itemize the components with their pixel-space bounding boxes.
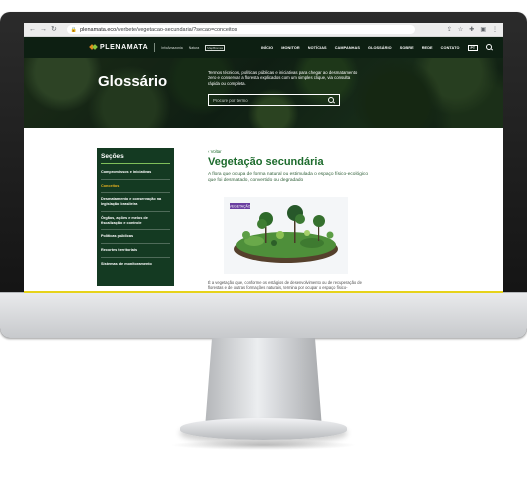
plenamata-logo-icon[interactable] (90, 44, 97, 51)
sections-sidebar: Seções Compromissos e iniciativas Concei… (97, 148, 174, 286)
vegetation-illustration: VEGETAÇÃO (224, 197, 348, 274)
section-item-orgaos[interactable]: Órgãos, ações e meios de fiscalização e … (101, 212, 170, 231)
glossary-search (208, 94, 340, 106)
partner-logo[interactable]: MapBiomas (205, 44, 226, 51)
menu-item-inicio[interactable]: INÍCIO (261, 46, 273, 50)
monitor-chin (0, 292, 527, 338)
language-selector[interactable]: PT (467, 44, 478, 51)
section-item-politicas[interactable]: Políticas públicas (101, 230, 170, 244)
nav-divider (154, 43, 156, 52)
hero-forest-image (24, 58, 503, 128)
section-item-legislacao[interactable]: Desmatamento e conservação na legislação… (101, 193, 170, 212)
section-item-conceitos[interactable]: Conceitos (101, 180, 170, 194)
site-logo[interactable]: PLENAMATA (100, 44, 148, 51)
main-content: Seções Compromissos e iniciativas Concei… (24, 128, 503, 293)
menu-item-monitor[interactable]: MONITOR (281, 46, 300, 50)
term-body-text: É a vegetação que, conforme os estágios … (208, 280, 362, 291)
monitor-stand-base (180, 418, 347, 440)
menu-item-rede[interactable]: REDE (422, 46, 433, 50)
monitor-stand-shadow (170, 440, 357, 450)
section-item-recortes[interactable]: Recortes territoriais (101, 244, 170, 258)
section-item-compromissos[interactable]: Compromissos e iniciativas (101, 166, 170, 180)
menu-item-glossario[interactable]: GLOSSÁRIO (368, 46, 392, 50)
share-icon[interactable]: ⇪ (447, 26, 452, 33)
partner-logo[interactable]: Natura (189, 46, 200, 50)
search-icon[interactable] (486, 44, 493, 51)
forward-arrow-icon[interactable]: → (40, 26, 47, 33)
profile-icon[interactable]: ▣ (480, 26, 486, 33)
hero-description: Termos técnicos, políticas públicas e in… (208, 70, 358, 86)
browser-toolbar: ← → ↻ 🔒 plenamata.eco/verbete/vegetacao-… (24, 23, 503, 37)
menu-item-noticias[interactable]: NOTÍCIAS (308, 46, 327, 50)
menu-item-sobre[interactable]: SOBRE (400, 46, 414, 50)
search-input[interactable] (213, 95, 328, 105)
lock-icon: 🔒 (70, 26, 78, 33)
search-icon[interactable] (328, 96, 335, 104)
sections-title: Seções (101, 153, 170, 164)
bottom-accent-bar (24, 291, 503, 293)
menu-kebab-icon[interactable]: ⋮ (492, 26, 498, 33)
back-arrow-icon[interactable]: ← (29, 26, 36, 33)
extensions-icon[interactable]: ✚ (469, 26, 474, 33)
reload-icon[interactable]: ↻ (51, 26, 57, 33)
menu-item-contato[interactable]: CONTATO (441, 46, 460, 50)
section-item-sistemas[interactable]: Sistemas de monitoramento (101, 258, 170, 271)
site-header: PLENAMATA InfoAmazonia Natura MapBiomas … (24, 37, 503, 58)
back-link[interactable]: ‹ Voltar (208, 149, 222, 154)
main-menu: INÍCIO MONITOR NOTÍCIAS CAMPANHAS GLOSSÁ… (261, 44, 493, 51)
illustration-tag: VEGETAÇÃO (230, 204, 251, 209)
term-definition: A flora que ocupa de forma natural ou es… (208, 172, 368, 184)
star-icon[interactable]: ☆ (458, 26, 463, 33)
term-title: Vegetação secundária (208, 156, 324, 168)
url-text: plenamata.eco/verbete/vegetacao-secundar… (80, 26, 238, 33)
monitor-stand-neck (205, 338, 322, 428)
menu-item-campanhas[interactable]: CAMPANHAS (335, 46, 360, 50)
screen: ← → ↻ 🔒 plenamata.eco/verbete/vegetacao-… (24, 23, 503, 293)
page-title: Glossário (98, 73, 168, 90)
hero-banner: Glossário Termos técnicos, políticas púb… (24, 58, 503, 128)
partner-logo[interactable]: InfoAmazonia (161, 46, 182, 50)
address-bar[interactable]: 🔒 plenamata.eco/verbete/vegetacao-secund… (66, 25, 415, 34)
